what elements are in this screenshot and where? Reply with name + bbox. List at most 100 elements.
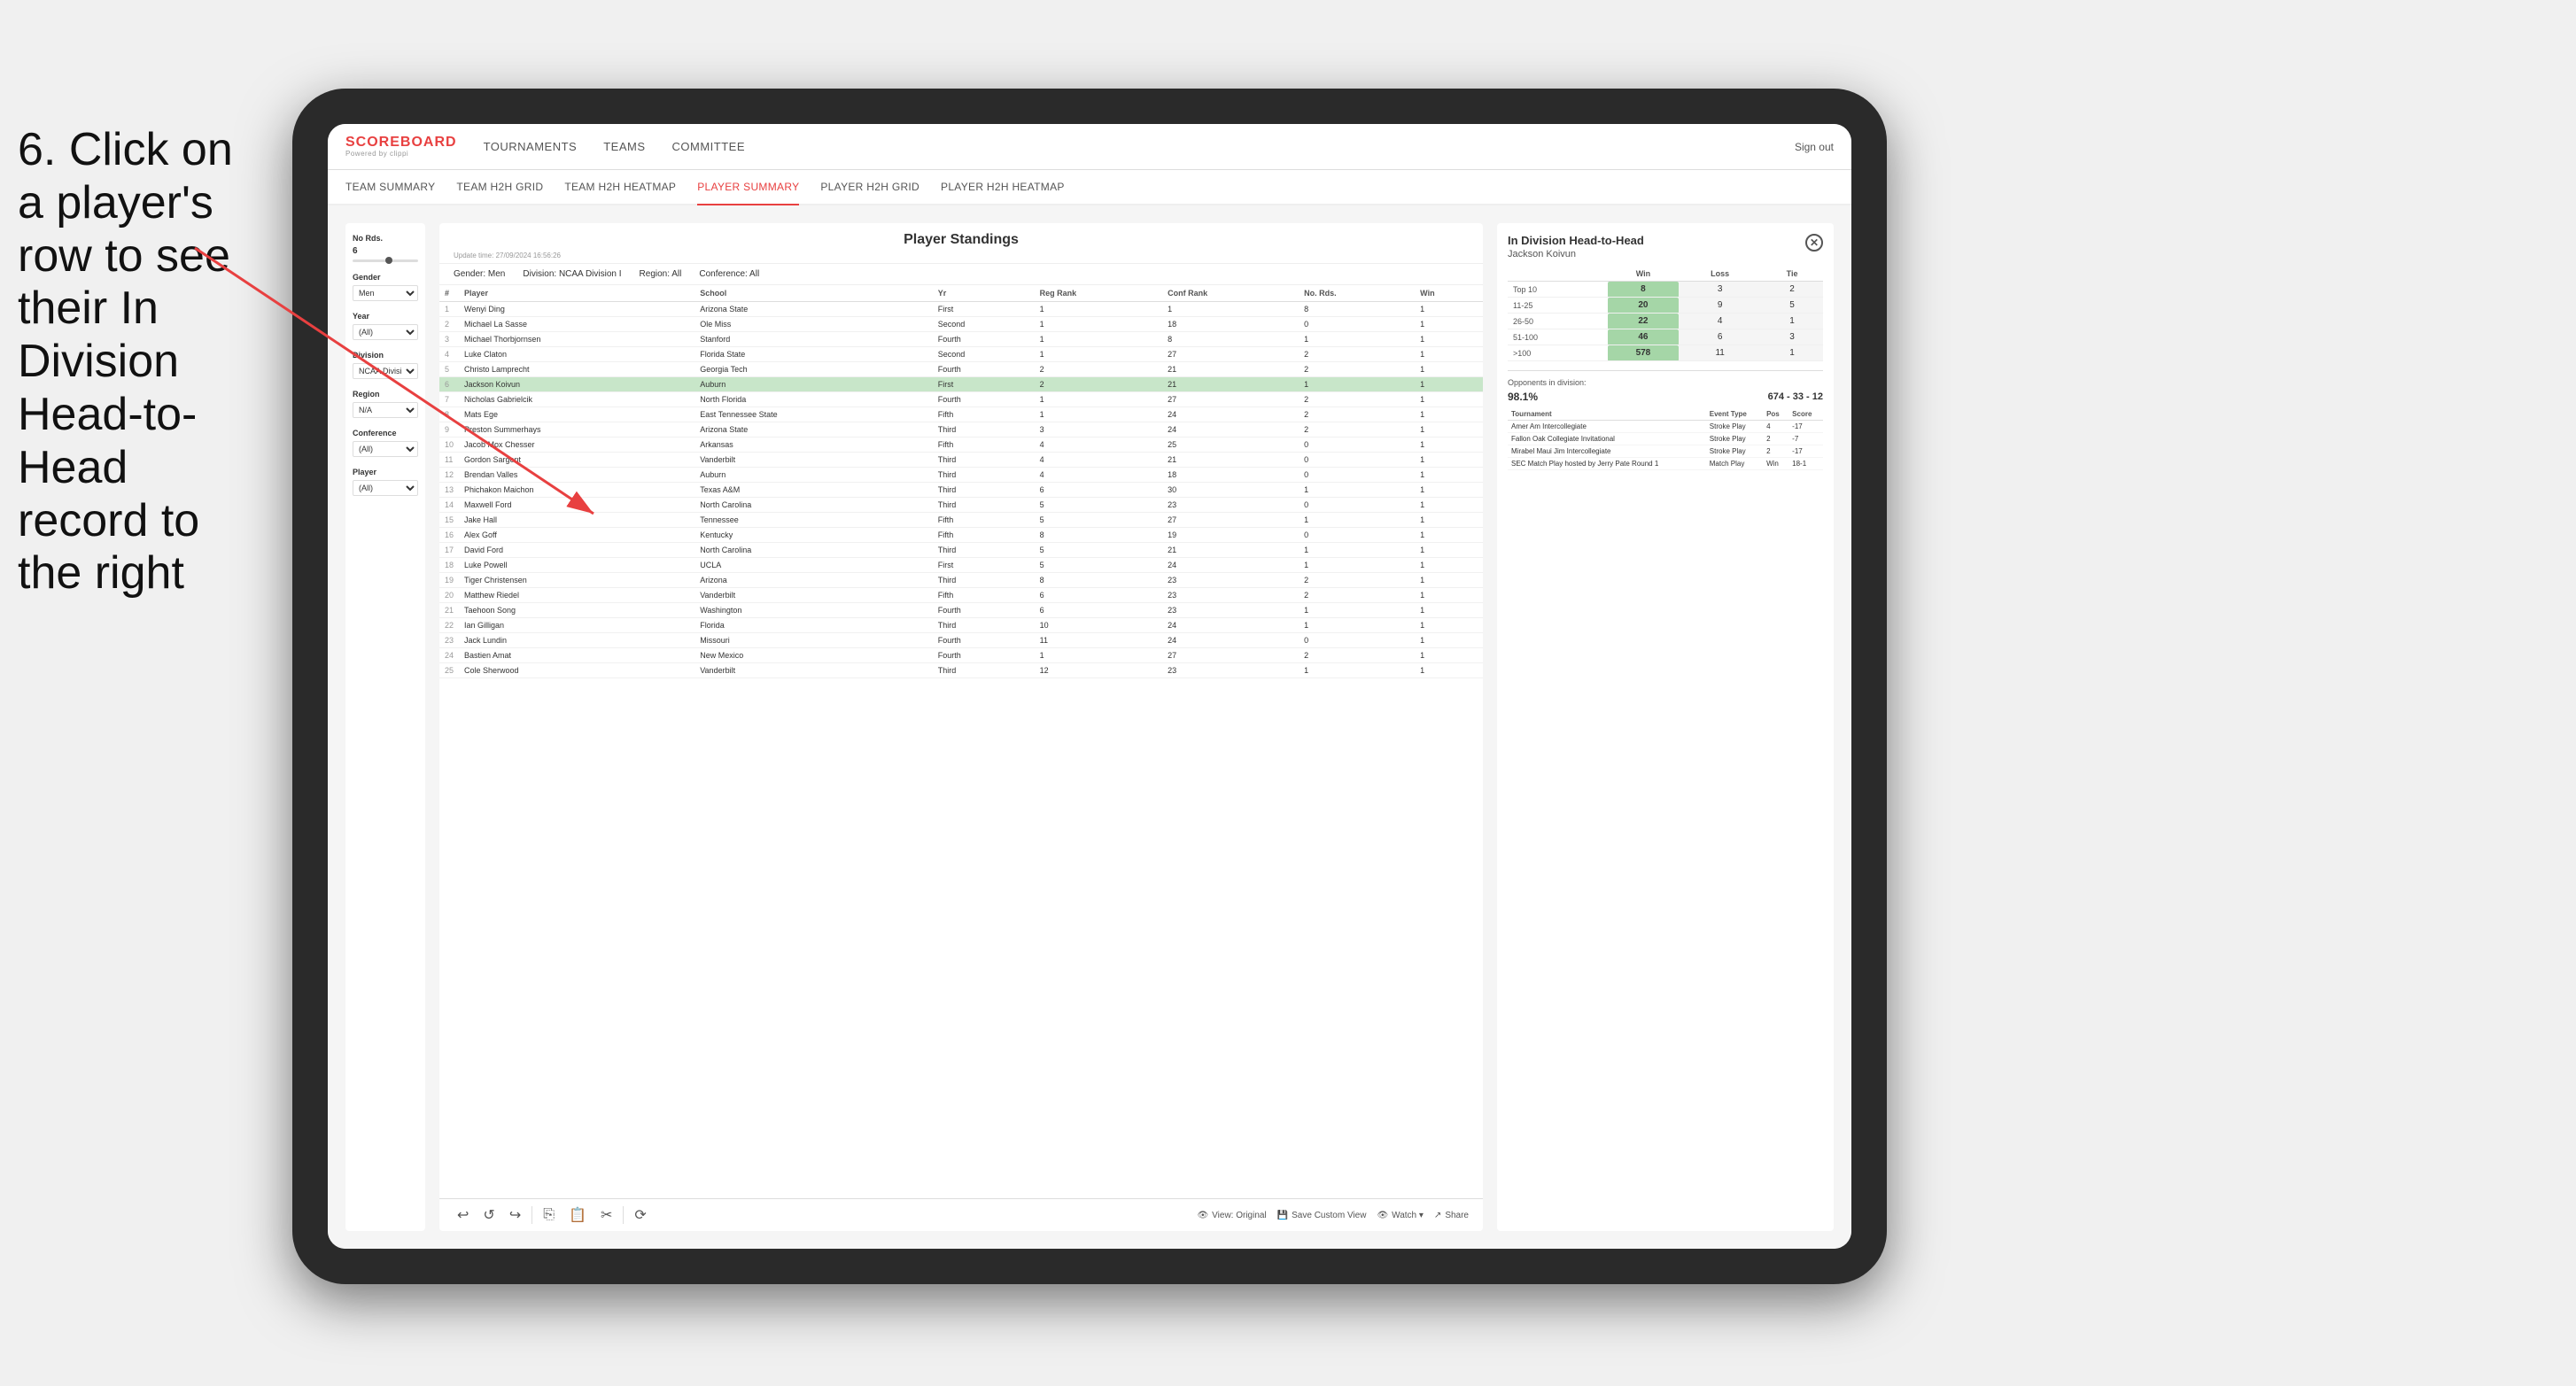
cell-conf-rank: 1 (1162, 302, 1299, 317)
table-row[interactable]: 12 Brendan Valles Auburn Third 4 18 0 1 (439, 468, 1483, 483)
filter-bar-conference: Conference: All (699, 269, 759, 279)
table-row[interactable]: 18 Luke Powell UCLA First 5 24 1 1 (439, 558, 1483, 573)
table-row[interactable]: 11 Gordon Sargent Vanderbilt Third 4 21 … (439, 453, 1483, 468)
h2h-row: 11-25 20 9 5 (1508, 298, 1823, 314)
cut-btn[interactable]: ✂ (597, 1204, 616, 1226)
player-select[interactable]: (All) (353, 480, 418, 496)
nav-tab-tournaments[interactable]: TOURNAMENTS (484, 136, 578, 157)
table-row[interactable]: 23 Jack Lundin Missouri Fourth 11 24 0 1 (439, 633, 1483, 648)
table-row[interactable]: 1 Wenyi Ding Arizona State First 1 1 8 1 (439, 302, 1483, 317)
table-row[interactable]: 5 Christo Lamprecht Georgia Tech Fourth … (439, 362, 1483, 377)
region-label: Region (353, 390, 418, 399)
cell-yr: First (933, 558, 1035, 573)
tab-player-summary[interactable]: PLAYER SUMMARY (697, 177, 799, 205)
tourn-pos: Win (1763, 458, 1788, 470)
table-row[interactable]: 22 Ian Gilligan Florida Third 10 24 1 1 (439, 618, 1483, 633)
cell-rank: 22 (439, 618, 459, 633)
watch-btn[interactable]: 👁 Watch ▾ (1377, 1211, 1423, 1220)
cell-no-rds: 2 (1299, 573, 1415, 588)
cell-no-rds: 1 (1299, 332, 1415, 347)
cell-reg-rank: 10 (1035, 618, 1163, 633)
h2h-tie-val: 2 (1761, 282, 1823, 298)
table-row[interactable]: 3 Michael Thorbjornsen Stanford Fourth 1… (439, 332, 1483, 347)
cell-conf-rank: 21 (1162, 377, 1299, 392)
h2h-row: >100 578 11 1 (1508, 345, 1823, 361)
table-row[interactable]: 2 Michael La Sasse Ole Miss Second 1 18 … (439, 317, 1483, 332)
table-row[interactable]: 13 Phichakon Maichon Texas A&M Third 6 3… (439, 483, 1483, 498)
region-select[interactable]: N/A (353, 402, 418, 418)
cell-win: 1 (1415, 558, 1483, 573)
cell-no-rds: 1 (1299, 483, 1415, 498)
gender-select[interactable]: Men (353, 285, 418, 301)
save-custom-btn[interactable]: 💾 Save Custom View (1277, 1211, 1367, 1220)
conference-label: Conference (353, 429, 418, 437)
cell-school: Auburn (694, 468, 933, 483)
cell-reg-rank: 2 (1035, 377, 1163, 392)
table-row[interactable]: 16 Alex Goff Kentucky Fifth 8 19 0 1 (439, 528, 1483, 543)
table-row[interactable]: 7 Nicholas Gabrielcik North Florida Four… (439, 392, 1483, 407)
table-row[interactable]: 20 Matthew Riedel Vanderbilt Fifth 6 23 … (439, 588, 1483, 603)
view-original-btn[interactable]: 👁 View: Original (1197, 1211, 1266, 1220)
table-row[interactable]: 25 Cole Sherwood Vanderbilt Third 12 23 … (439, 663, 1483, 678)
table-row[interactable]: 17 David Ford North Carolina Third 5 21 … (439, 543, 1483, 558)
nav-tab-committee[interactable]: COMMITTEE (672, 136, 746, 157)
cell-win: 1 (1415, 407, 1483, 422)
cell-yr: Fourth (933, 332, 1035, 347)
table-row[interactable]: 19 Tiger Christensen Arizona Third 8 23 … (439, 573, 1483, 588)
tab-player-h2h-heatmap[interactable]: PLAYER H2H HEATMAP (941, 177, 1065, 197)
redo-btn[interactable]: ↪ (506, 1204, 524, 1226)
paste-btn[interactable]: 📋 (565, 1204, 590, 1226)
player-table: # Player School Yr Reg Rank Conf Rank No… (439, 285, 1483, 678)
h2h-row: 51-100 46 6 3 (1508, 329, 1823, 345)
no-rds-slider[interactable] (353, 259, 418, 262)
copy-btn[interactable]: ⎘ (539, 1205, 558, 1225)
cell-school: Florida (694, 618, 933, 633)
table-row[interactable]: 21 Taehoon Song Washington Fourth 6 23 1… (439, 603, 1483, 618)
table-row[interactable]: 6 Jackson Koivun Auburn First 2 21 1 1 (439, 377, 1483, 392)
table-row[interactable]: 9 Preston Summerhays Arizona State Third… (439, 422, 1483, 437)
cell-conf-rank: 21 (1162, 362, 1299, 377)
cell-win: 1 (1415, 498, 1483, 513)
tourn-pos: 2 (1763, 433, 1788, 445)
h2h-tie-val: 5 (1761, 298, 1823, 314)
cell-rank: 9 (439, 422, 459, 437)
cell-yr: Fourth (933, 648, 1035, 663)
table-row[interactable]: 14 Maxwell Ford North Carolina Third 5 2… (439, 498, 1483, 513)
cell-rank: 24 (439, 648, 459, 663)
table-row[interactable]: 15 Jake Hall Tennessee Fifth 5 27 1 1 (439, 513, 1483, 528)
year-select[interactable]: (All) (353, 324, 418, 340)
cell-reg-rank: 1 (1035, 392, 1163, 407)
cell-no-rds: 1 (1299, 558, 1415, 573)
cell-player: Maxwell Ford (459, 498, 694, 513)
refresh-btn[interactable]: ⟳ (631, 1204, 649, 1226)
tournament-row: Mirabel Maui Jim Intercollegiate Stroke … (1508, 445, 1823, 458)
sign-out-link[interactable]: Sign out (1795, 141, 1834, 153)
division-select[interactable]: NCAA Division I (353, 363, 418, 379)
cell-yr: Fifth (933, 528, 1035, 543)
table-header-row: # Player School Yr Reg Rank Conf Rank No… (439, 285, 1483, 302)
tab-team-summary[interactable]: TEAM SUMMARY (345, 177, 435, 197)
tab-team-h2h-heatmap[interactable]: TEAM H2H HEATMAP (564, 177, 676, 197)
table-row[interactable]: 24 Bastien Amat New Mexico Fourth 1 27 2… (439, 648, 1483, 663)
conference-select[interactable]: (All) (353, 441, 418, 457)
filter-bar-region: Region: All (640, 269, 682, 279)
tab-team-h2h-grid[interactable]: TEAM H2H GRID (456, 177, 543, 197)
cell-no-rds: 0 (1299, 468, 1415, 483)
tab-player-h2h-grid[interactable]: PLAYER H2H GRID (820, 177, 919, 197)
table-row[interactable]: 4 Luke Claton Florida State Second 1 27 … (439, 347, 1483, 362)
nav-tab-teams[interactable]: TEAMS (603, 136, 645, 157)
share-btn[interactable]: ↗ Share (1434, 1211, 1469, 1220)
cell-school: Stanford (694, 332, 933, 347)
cell-conf-rank: 18 (1162, 468, 1299, 483)
tourn-pos: 2 (1763, 445, 1788, 458)
tourn-col-name: Tournament (1508, 408, 1706, 421)
cell-win: 1 (1415, 588, 1483, 603)
table-row[interactable]: 8 Mats Ege East Tennessee State Fifth 1 … (439, 407, 1483, 422)
h2h-close-btn[interactable]: ✕ (1805, 234, 1823, 252)
table-row[interactable]: 10 Jacob Mox Chesser Arkansas Fifth 4 25… (439, 437, 1483, 453)
h2h-tie-val: 3 (1761, 329, 1823, 345)
cell-player: Gordon Sargent (459, 453, 694, 468)
redo-undo-btn[interactable]: ↺ (479, 1204, 498, 1226)
undo-btn[interactable]: ↩ (454, 1204, 472, 1226)
standings-tbody: 1 Wenyi Ding Arizona State First 1 1 8 1… (439, 302, 1483, 678)
